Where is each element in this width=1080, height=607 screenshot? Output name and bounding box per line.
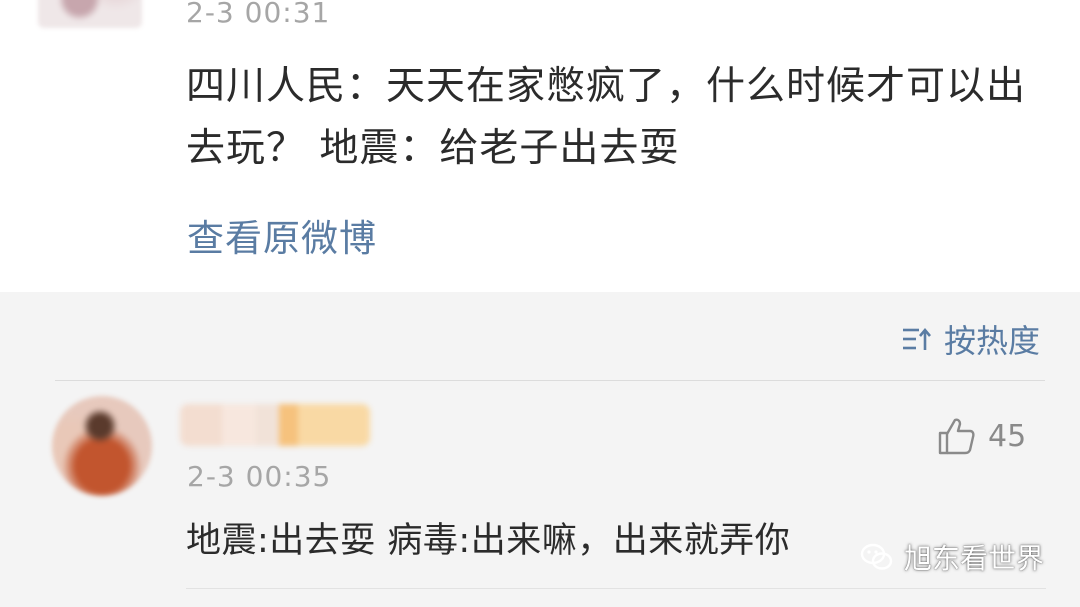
like-button[interactable]: 45	[936, 416, 1026, 456]
watermark-text: 旭东看世界	[903, 542, 1044, 575]
post-timestamp: 2-3 00:31	[186, 0, 331, 29]
view-original-link[interactable]: 查看原微博	[187, 208, 377, 262]
comment-timestamp: 2-3 00:35	[187, 460, 332, 493]
divider	[55, 380, 1045, 381]
avatar[interactable]	[38, 0, 142, 28]
sort-by-hot-button[interactable]: 按热度	[902, 316, 1040, 362]
avatar[interactable]	[52, 396, 152, 496]
comment-username-blurred[interactable]	[180, 404, 370, 446]
comments-section: 按热度 45 2-3 00:35 地震:出去耍 病毒:出来嘛，出来就弄你 旭东看…	[0, 292, 1080, 607]
original-post: 2-3 00:31 四川人民：天天在家憋疯了，什么时候才可以出去玩？ 地震：给老…	[0, 0, 1080, 292]
sort-label: 按热度	[943, 322, 1040, 360]
like-count: 45	[988, 418, 1027, 454]
post-text: 四川人民：天天在家憋疯了，什么时候才可以出去玩？ 地震：给老子出去耍	[186, 64, 1027, 171]
weibo-comment-screen: 2-3 00:31 四川人民：天天在家憋疯了，什么时候才可以出去玩？ 地震：给老…	[0, 0, 1080, 607]
sort-icon	[902, 327, 931, 350]
thumbs-up-icon	[938, 418, 975, 455]
wechat-icon	[860, 543, 893, 570]
watermark: 旭东看世界	[860, 537, 1044, 577]
comment-text: 地震:出去耍 病毒:出来嘛，出来就弄你	[186, 521, 791, 561]
divider	[186, 588, 1046, 589]
